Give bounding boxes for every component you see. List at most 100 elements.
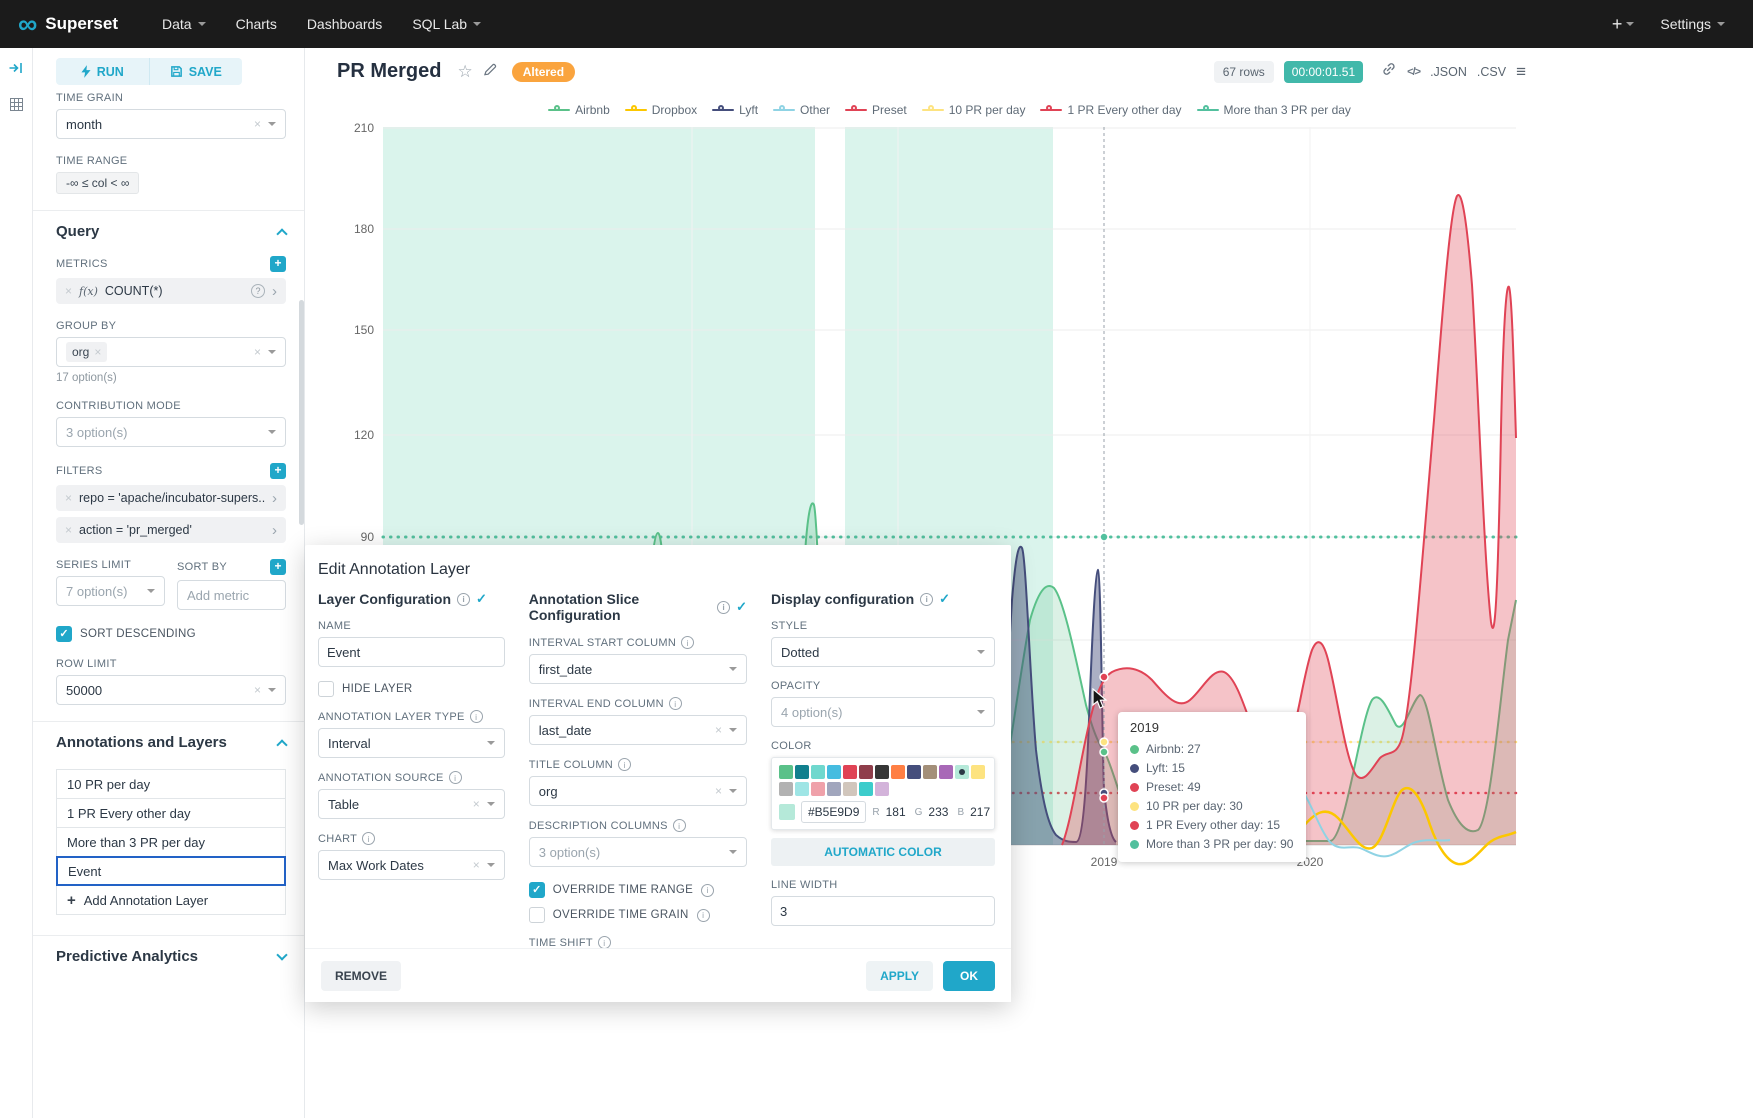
group-by-tag[interactable]: org × [66, 342, 107, 362]
chart-select[interactable]: Max Work Dates × [318, 850, 505, 880]
expand-panel-icon[interactable] [8, 60, 24, 81]
clear-icon[interactable]: × [473, 859, 480, 871]
info-icon[interactable]: i [470, 710, 483, 723]
save-button[interactable]: SAVE [150, 58, 243, 85]
clear-icon[interactable]: × [473, 798, 480, 810]
color-swatch[interactable] [779, 782, 793, 796]
color-swatch[interactable] [795, 782, 809, 796]
query-section-header[interactable]: Query [56, 223, 286, 240]
metric-pill[interactable]: × f(x) COUNT(*) ? › [56, 278, 286, 304]
annotation-source-select[interactable]: Table × [318, 789, 505, 819]
override-time-grain-row[interactable]: OVERRIDE TIME GRAIN i [529, 907, 747, 923]
clear-icon[interactable]: × [254, 118, 261, 130]
description-columns-select[interactable]: 3 option(s) [529, 837, 747, 867]
sort-descending-checkbox[interactable]: ✓ [56, 626, 72, 642]
legend-item[interactable]: 1 PR Every other day [1040, 103, 1181, 117]
color-swatch-selected[interactable] [955, 765, 969, 779]
opacity-select[interactable]: 4 option(s) [771, 697, 995, 727]
interval-end-column-select[interactable]: last_date × [529, 715, 747, 745]
rgb-g-value[interactable]: 233 [928, 805, 948, 819]
color-swatch[interactable] [811, 782, 825, 796]
remove-icon[interactable]: × [65, 492, 72, 504]
legend-item[interactable]: 10 PR per day [922, 103, 1026, 117]
new-item-button[interactable]: + [1612, 14, 1635, 35]
title-column-select[interactable]: org × [529, 776, 747, 806]
favorite-star-icon[interactable]: ☆ [457, 62, 472, 82]
legend-item[interactable]: Lyft [712, 103, 758, 117]
clear-icon[interactable]: × [715, 785, 722, 797]
dataset-grid-icon[interactable] [9, 97, 24, 117]
override-time-grain-checkbox[interactable] [529, 907, 545, 923]
settings-menu[interactable]: Settings [1660, 16, 1725, 32]
remove-button[interactable]: REMOVE [321, 961, 401, 991]
panel-scrollbar[interactable] [299, 300, 304, 525]
name-input[interactable] [318, 637, 505, 667]
sort-descending-row[interactable]: ✓ SORT DESCENDING [56, 626, 286, 642]
color-swatch[interactable] [843, 782, 857, 796]
series-limit-select[interactable]: 7 option(s) [56, 576, 165, 606]
sort-by-select[interactable]: Add metric [177, 580, 286, 610]
line-width-input[interactable] [771, 896, 995, 926]
contribution-mode-select[interactable]: 3 option(s) [56, 417, 286, 447]
info-icon[interactable]: i [681, 636, 694, 649]
legend-item[interactable]: More than 3 PR per day [1197, 103, 1351, 117]
rgb-b-value[interactable]: 217 [970, 805, 990, 819]
info-icon[interactable]: i [717, 601, 730, 614]
nav-item-charts[interactable]: Charts [236, 16, 277, 32]
info-icon[interactable]: i [701, 884, 714, 897]
add-metric-button[interactable]: + [270, 256, 286, 272]
legend-item[interactable]: Dropbox [625, 103, 697, 117]
hide-layer-checkbox[interactable] [318, 681, 334, 697]
filter-pill[interactable]: × repo = 'apache/incubator-supers... › [56, 485, 286, 511]
interval-start-column-select[interactable]: first_date [529, 654, 747, 684]
export-csv-button[interactable]: .CSV [1477, 65, 1506, 79]
remove-icon[interactable]: × [65, 285, 72, 297]
legend-item[interactable]: Other [773, 103, 830, 117]
hide-layer-row[interactable]: HIDE LAYER [318, 681, 505, 697]
ok-button[interactable]: OK [943, 961, 995, 991]
info-icon[interactable]: i [457, 593, 470, 606]
color-swatch[interactable] [875, 782, 889, 796]
add-sort-metric-button[interactable]: + [270, 559, 286, 575]
color-swatch[interactable] [891, 765, 905, 779]
color-swatch[interactable] [779, 765, 793, 779]
info-icon[interactable]: i [673, 819, 686, 832]
color-swatch[interactable] [971, 765, 985, 779]
remove-icon[interactable]: × [65, 524, 72, 536]
automatic-color-button[interactable]: AUTOMATIC COLOR [771, 838, 995, 866]
clear-icon[interactable]: × [254, 346, 261, 358]
clear-icon[interactable]: × [715, 724, 722, 736]
style-select[interactable]: Dotted [771, 637, 995, 667]
clear-icon[interactable]: × [254, 684, 261, 696]
annotations-section-header[interactable]: Annotations and Layers [56, 734, 286, 751]
add-annotation-layer-button[interactable]: + Add Annotation Layer [56, 885, 286, 915]
info-icon[interactable]: i [449, 771, 462, 784]
time-range-tag[interactable]: -∞ ≤ col < ∞ [56, 172, 139, 194]
color-swatch[interactable] [795, 765, 809, 779]
info-icon[interactable]: i [618, 758, 631, 771]
annotation-layer-item[interactable]: 10 PR per day [56, 769, 286, 799]
edit-title-icon[interactable] [483, 62, 498, 82]
time-grain-select[interactable]: month × [56, 109, 286, 139]
hex-color-input[interactable]: #B5E9D9 [801, 801, 866, 823]
info-icon[interactable]: i [669, 697, 682, 710]
nav-item-dashboards[interactable]: Dashboards [307, 16, 383, 32]
color-swatch[interactable] [923, 765, 937, 779]
apply-button[interactable]: APPLY [866, 961, 933, 991]
annotation-layer-item[interactable]: More than 3 PR per day [56, 827, 286, 857]
info-icon[interactable]: i [362, 832, 375, 845]
nav-item-data[interactable]: Data [162, 16, 206, 32]
color-swatch[interactable] [939, 765, 953, 779]
override-time-range-row[interactable]: ✓ OVERRIDE TIME RANGE i [529, 882, 747, 898]
info-icon[interactable]: i [697, 909, 710, 922]
color-swatch[interactable] [859, 765, 873, 779]
legend-item[interactable]: Airbnb [548, 103, 610, 117]
color-swatch[interactable] [907, 765, 921, 779]
add-filter-button[interactable]: + [270, 463, 286, 479]
annotation-layer-item[interactable]: 1 PR Every other day [56, 798, 286, 828]
nav-item-sql-lab[interactable]: SQL Lab [412, 16, 481, 32]
color-swatch[interactable] [827, 765, 841, 779]
row-limit-select[interactable]: 50000 × [56, 675, 286, 705]
annotation-layer-type-select[interactable]: Interval [318, 728, 505, 758]
color-swatch[interactable] [843, 765, 857, 779]
